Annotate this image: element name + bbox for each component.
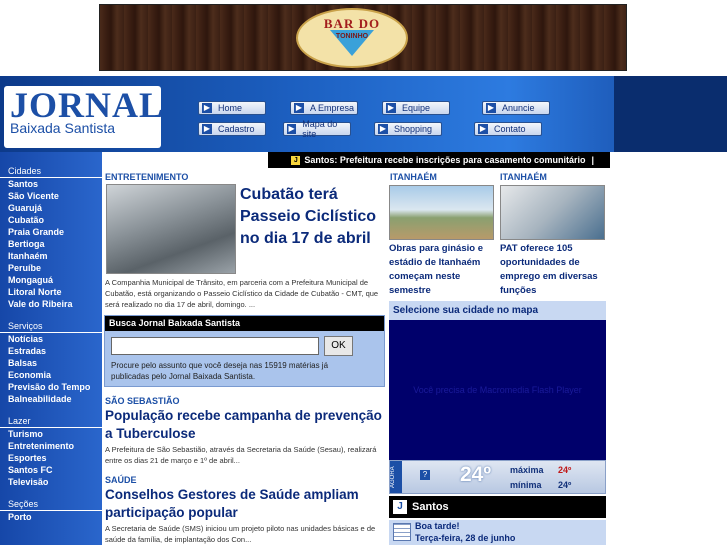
sidebar-item-peruibe[interactable]: Peruíbe <box>0 262 102 274</box>
news3-summary: A Secretaria de Saúde (SMS) iniciou um p… <box>105 524 376 544</box>
search-heading: Busca Jornal Baixada Santista <box>105 316 384 331</box>
nav-shopping-button[interactable]: ▶ Shopping <box>374 122 442 136</box>
sidebar-heading-lazer: Lazer <box>0 415 102 428</box>
greeting-box: Boa tarde! Terça-feira, 28 de junho <box>389 520 606 545</box>
news2-summary: A Prefeitura de São Sebastião, através d… <box>105 445 377 465</box>
sidebar-item-balsas[interactable]: Balsas <box>0 357 102 369</box>
arrow-right-icon: ▶ <box>486 103 496 113</box>
sidebar-item-sao-vicente[interactable]: São Vicente <box>0 190 102 202</box>
arrow-right-icon: ▶ <box>202 124 212 134</box>
sidebar-item-televisao[interactable]: Televisão <box>0 476 102 488</box>
logo-title: JORNAL <box>10 85 165 125</box>
search-box: Busca Jornal Baixada Santista OK Procure… <box>104 315 385 387</box>
arrow-right-icon: ▶ <box>386 103 396 113</box>
news3-headline[interactable]: Conselhos Gestores de Saúde ampliam part… <box>105 486 387 522</box>
sidebar-item-economia[interactable]: Economia <box>0 369 102 381</box>
banner-ad[interactable]: BAR DO TONINHO <box>99 4 627 71</box>
arrow-right-icon: ▶ <box>287 124 297 134</box>
sidebar-item-bertioga[interactable]: Bertioga <box>0 238 102 250</box>
sidebar-item-mongagua[interactable]: Mongaguá <box>0 274 102 286</box>
nav-home-button[interactable]: ▶ Home <box>198 101 266 115</box>
cyclists-photo[interactable] <box>106 184 236 274</box>
search-input[interactable] <box>111 337 319 355</box>
arrow-right-icon: ▶ <box>478 124 488 134</box>
side-news-title-1[interactable]: Obras para ginásio e estádio de Itanhaém… <box>389 242 494 298</box>
nav-cadastro-button[interactable]: ▶ Cadastro <box>198 122 266 136</box>
right-column: ITANHAÉM Obras para ginásio e estádio de… <box>387 168 610 545</box>
search-ok-button[interactable]: OK <box>324 336 353 356</box>
current-temperature: 24º <box>460 463 492 486</box>
section-label-sao-sebastiao[interactable]: SÃO SEBASTIÃO <box>105 396 180 406</box>
search-description: Procure pelo assunto que você deseja nas… <box>111 361 329 381</box>
max-label: máxima <box>510 465 544 475</box>
bar-logo: BAR DO TONINHO <box>296 8 408 68</box>
site-logo[interactable]: JORNAL Baixada Santista <box>4 85 165 148</box>
jornal-icon: J <box>393 500 407 514</box>
weather-widget: AGORA ? 24º máxima 24º mínima 24º <box>389 460 606 494</box>
help-icon[interactable]: ? <box>420 470 430 480</box>
sidebar: Cidades Santos São Vicente Guarujá Cubat… <box>0 152 102 545</box>
sidebar-item-itanhaem[interactable]: Itanhaém <box>0 250 102 262</box>
section-label-saude[interactable]: SAÚDE <box>105 475 137 485</box>
news2-headline[interactable]: População recebe campanha de prevenção a… <box>105 407 387 443</box>
nav-empresa-button[interactable]: ▶ A Empresa <box>290 101 358 115</box>
sidebar-item-santos-fc[interactable]: Santos FC <box>0 464 102 476</box>
min-label: mínima <box>510 480 542 490</box>
sidebar-item-previsao[interactable]: Previsão do Tempo <box>0 381 102 393</box>
sidebar-item-santos[interactable]: Santos <box>0 178 102 190</box>
sidebar-item-cubatao[interactable]: Cubatão <box>0 214 102 226</box>
weather-side-label: AGORA <box>390 461 402 493</box>
max-temperature: 24º <box>558 465 572 475</box>
nav-anuncie-button[interactable]: ▶ Anuncie <box>482 101 550 115</box>
office-photo[interactable] <box>500 185 605 240</box>
side-section-label-1[interactable]: ITANHAÉM <box>390 172 437 182</box>
sidebar-item-praia-grande[interactable]: Praia Grande <box>0 226 102 238</box>
arrow-right-icon: ▶ <box>202 103 212 113</box>
main-headline[interactable]: Cubatão terá Passeio Ciclístico no dia 1… <box>240 184 380 250</box>
sidebar-item-turismo[interactable]: Turismo <box>0 428 102 440</box>
sidebar-heading-secoes: Seções <box>0 498 102 511</box>
arrow-right-icon: ▶ <box>378 124 388 134</box>
min-temperature: 24º <box>558 480 572 490</box>
side-section-label-2[interactable]: ITANHAÉM <box>500 172 547 182</box>
side-news-title-2[interactable]: PAT oferece 105 oportunidades de emprego… <box>500 242 605 298</box>
date-text: Terça-feira, 28 de junho <box>415 533 516 543</box>
sidebar-item-entretenimento[interactable]: Entretenimento <box>0 440 102 452</box>
greeting-text: Boa tarde! <box>415 521 460 531</box>
santos-bar[interactable]: J Santos <box>389 496 606 518</box>
calendar-icon <box>393 523 411 541</box>
sidebar-heading-servicos: Serviços <box>0 320 102 333</box>
sidebar-item-estradas[interactable]: Estradas <box>0 345 102 357</box>
sidebar-item-porto[interactable]: Porto <box>0 511 102 523</box>
sidebar-item-guaruja[interactable]: Guarujá <box>0 202 102 214</box>
sidebar-heading-cidades: Cidades <box>0 165 102 178</box>
sidebar-item-esportes[interactable]: Esportes <box>0 452 102 464</box>
main-summary: A Companhia Municipal de Trânsito, em pa… <box>105 278 379 309</box>
main-column: ENTRETENIMENTO Cubatão terá Passeio Cicl… <box>102 152 387 545</box>
nav-mapa-button[interactable]: ▶ Mapa do site <box>283 119 351 139</box>
site-header: JORNAL Baixada Santista ▶ Home ▶ A Empresa… <box>0 76 727 152</box>
arrow-right-icon: ▶ <box>294 103 304 113</box>
nav-equipe-button[interactable]: ▶ Equipe <box>382 101 450 115</box>
gym-construction-photo[interactable] <box>389 185 494 240</box>
banner-logo-subtext: TONINHO <box>335 33 369 40</box>
sidebar-item-noticias[interactable]: Notícias <box>0 333 102 345</box>
santos-label: Santos <box>412 501 449 513</box>
header-decoration <box>614 76 727 152</box>
sidebar-item-vale-do-ribeira[interactable]: Vale do Ribeira <box>0 298 102 310</box>
sidebar-item-balneabilidade[interactable]: Balneabilidade <box>0 393 102 405</box>
section-label-entretenimento[interactable]: ENTRETENIMENTO <box>105 172 188 182</box>
map-placeholder-text: Você precisa de Macromedia Flash Player <box>413 385 582 395</box>
page: BAR DO TONINHO JORNAL Baixada Santista ▶… <box>0 0 727 545</box>
top-banner: BAR DO TONINHO <box>0 0 727 76</box>
city-map[interactable]: Você precisa de Macromedia Flash Player <box>389 320 606 460</box>
sidebar-item-litoral-norte[interactable]: Litoral Norte <box>0 286 102 298</box>
right-margin <box>610 152 727 545</box>
map-heading: Selecione sua cidade no mapa <box>389 301 606 320</box>
nav-contato-button[interactable]: ▶ Contato <box>474 122 542 136</box>
